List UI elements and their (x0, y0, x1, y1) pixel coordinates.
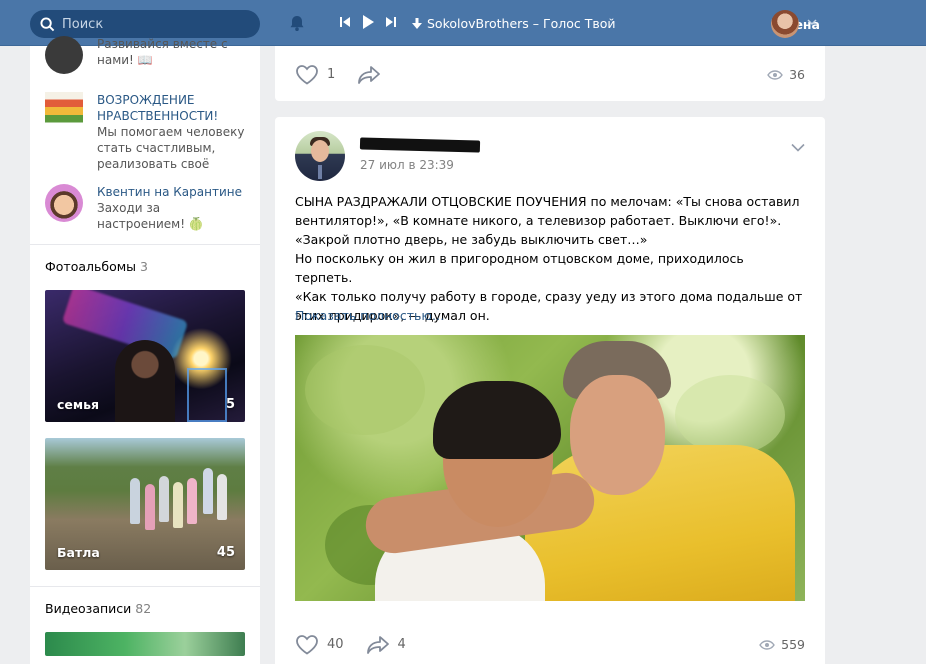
share-button[interactable] (357, 65, 389, 84)
photo-figure (570, 375, 665, 495)
post-paragraph: Но поскольку он жил в пригородном отцовс… (295, 251, 744, 285)
album-caption: семья (57, 397, 100, 412)
track-title: SokolovBrothers – Голос Твой (427, 16, 616, 31)
avatar-tie (318, 165, 322, 179)
group-avatar (45, 36, 83, 74)
feed-post: 27 июл в 23:39 СЫНА РАЗДРАЖАЛИ ОТЦОВСКИЕ… (275, 117, 825, 664)
left-sidebar: Развивайся вместе с нами! 📖 ВОЗРОЖДЕНИЕ … (30, 36, 260, 664)
avatar-face (311, 140, 329, 162)
views-counter: 36 (767, 67, 805, 82)
show-more-link[interactable]: Показать полностью… (295, 308, 444, 323)
views-counter: 559 (759, 637, 805, 652)
group-avatar (45, 92, 83, 130)
now-playing[interactable]: SokolovBrothers – Голос Твой (412, 16, 616, 31)
previous-post-actions: 1 36 (295, 64, 805, 85)
search-box[interactable] (30, 10, 260, 38)
search-icon (40, 16, 55, 31)
album-tower (187, 368, 227, 422)
group-description: Мы помогаем человеку стать счастливым, р… (97, 125, 245, 171)
post-photo[interactable] (295, 335, 805, 601)
share-button[interactable]: 4 (366, 635, 406, 654)
like-count: 40 (327, 637, 344, 652)
like-button[interactable]: 40 (295, 634, 344, 655)
album-caption: Батла (57, 545, 100, 560)
album-figure (115, 340, 175, 422)
album-figure (187, 478, 197, 524)
user-avatar[interactable] (771, 10, 799, 38)
album-figure (217, 474, 227, 520)
photo-albums-header[interactable]: Фотоальбомы 3 (30, 245, 260, 290)
group-item[interactable]: Квентин на Карантине Заходи за настроени… (45, 184, 245, 232)
group-item[interactable]: ВОЗРОЖДЕНИЕ НРАВСТВЕННОСТИ! Мы помогаем … (45, 92, 245, 172)
previous-track-icon[interactable] (340, 16, 350, 28)
photo-figure (433, 381, 561, 459)
videos-count: 82 (135, 601, 152, 616)
photo-foliage (305, 345, 425, 435)
album-figure (145, 484, 155, 530)
previous-post: 1 36 (275, 46, 825, 101)
post-date[interactable]: 27 июл в 23:39 (360, 158, 454, 172)
play-icon[interactable] (362, 15, 374, 29)
eye-icon (759, 639, 775, 650)
album-figure (130, 478, 140, 524)
like-count: 1 (327, 67, 336, 82)
chevron-down-icon[interactable] (807, 18, 817, 26)
group-avatar (45, 184, 83, 222)
audio-player (340, 15, 396, 29)
photo-album[interactable]: семья 5 (45, 290, 245, 422)
notifications-bell-icon[interactable] (288, 14, 306, 35)
album-count: 45 (216, 545, 235, 560)
videos-label: Видеозаписи (45, 601, 132, 616)
eye-icon (767, 69, 783, 80)
search-input[interactable] (62, 16, 242, 32)
share-icon (358, 65, 381, 84)
group-description: Развивайся вместе с нами! 📖 (97, 37, 228, 67)
group-item[interactable]: Развивайся вместе с нами! 📖 (45, 36, 245, 74)
next-track-icon[interactable] (386, 16, 396, 28)
post-text: СЫНА РАЗДРАЖАЛИ ОТЦОВСКИЕ ПОУЧЕНИЯ по ме… (295, 192, 805, 325)
views-count: 36 (789, 67, 805, 82)
groups-list: Развивайся вместе с нами! 📖 ВОЗРОЖДЕНИЕ … (30, 36, 260, 232)
share-count: 4 (397, 637, 406, 652)
videos-header[interactable]: Видеозаписи 82 (30, 587, 260, 632)
chevron-down-icon[interactable] (791, 143, 805, 152)
post-paragraph: СЫНА РАЗДРАЖАЛИ ОТЦОВСКИЕ ПОУЧЕНИЯ по ме… (295, 194, 800, 247)
post-actions: 40 4 559 (295, 634, 805, 655)
views-count: 559 (781, 637, 805, 652)
group-title[interactable]: ВОЗРОЖДЕНИЕ НРАВСТВЕННОСТИ! (97, 92, 245, 124)
like-button[interactable]: 1 (295, 64, 335, 85)
group-description: Заходи за настроением! 🍈 (97, 201, 204, 231)
download-icon (412, 17, 422, 29)
author-avatar[interactable] (295, 131, 345, 181)
album-count: 5 (225, 397, 235, 412)
photo-album[interactable]: Батла 45 (45, 438, 245, 570)
album-figure (173, 482, 183, 528)
heart-icon (296, 65, 318, 85)
photo-albums-label: Фотоальбомы (45, 259, 137, 274)
photo-albums-count: 3 (140, 259, 148, 274)
photo-foliage (675, 375, 785, 455)
author-name-redacted (359, 137, 481, 153)
group-title[interactable]: Квентин на Карантине (97, 184, 245, 200)
heart-icon (296, 635, 318, 655)
album-figure (159, 476, 169, 522)
share-icon (366, 635, 389, 654)
album-figure (203, 468, 213, 514)
video-thumbnail[interactable] (45, 632, 245, 656)
